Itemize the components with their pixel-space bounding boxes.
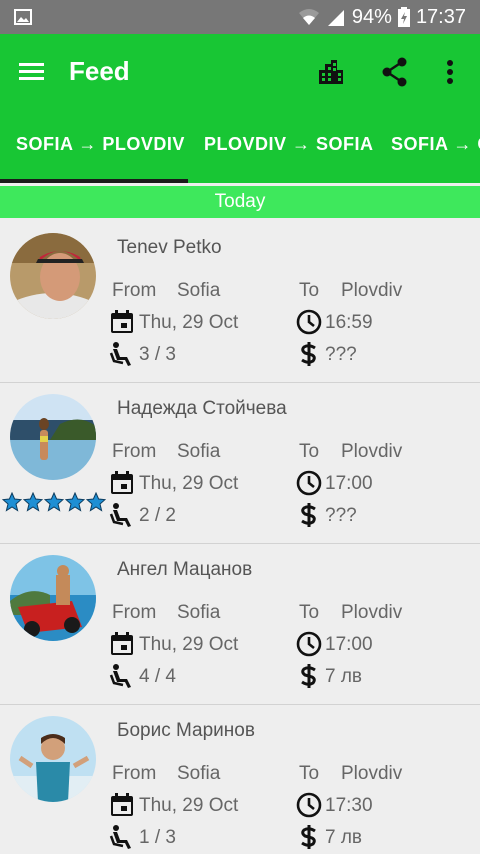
calendar-icon [111, 793, 133, 816]
city-icon[interactable] [315, 56, 347, 88]
section-header: Today [0, 186, 480, 218]
to-label: To [299, 441, 320, 462]
page-title: Feed [69, 56, 130, 86]
ride-date: Thu, 29 Oct [139, 634, 239, 655]
star-icon [86, 492, 106, 512]
seats-available: 1 / 3 [139, 827, 176, 848]
battery-percent: 94% [351, 5, 392, 28]
rating-stars [2, 492, 106, 512]
ride-date: Thu, 29 Oct [139, 312, 239, 333]
tab-sofia-other[interactable]: SOFIA → O [391, 110, 480, 183]
clock-icon [296, 470, 322, 496]
to-label: To [299, 763, 320, 784]
from-city: Sofia [177, 441, 221, 462]
from-label: From [112, 441, 157, 462]
ride-price: ??? [325, 344, 357, 365]
ride-card[interactable]: Борис Маринов From Sofia To Plovdiv Thu, 29 O… [0, 706, 480, 854]
clock: 17:37 [415, 5, 466, 28]
more-options-icon[interactable] [434, 56, 466, 88]
driver-name: Tenev Petko [117, 237, 222, 258]
to-city: Plovdiv [341, 441, 403, 462]
ride-date: Thu, 29 Oct [139, 473, 239, 494]
ride-date: Thu, 29 Oct [139, 795, 239, 816]
hamburger-menu-icon[interactable] [18, 58, 46, 86]
dollar-icon [301, 664, 316, 688]
dollar-icon [301, 503, 316, 527]
ride-price: ??? [325, 505, 357, 526]
dollar-icon [301, 342, 316, 366]
ride-price: 7 лв [325, 666, 363, 687]
driver-avatar[interactable] [10, 555, 96, 641]
seat-icon [109, 503, 131, 527]
calendar-icon [111, 471, 133, 494]
ride-card[interactable]: Надежда Стойчева From Sofia To Plovdiv Thu, 2… [0, 384, 480, 544]
seat-icon [109, 825, 131, 849]
calendar-icon [111, 632, 133, 655]
clock-icon [296, 792, 322, 818]
to-city: Plovdiv [341, 602, 403, 623]
tab-indicator [0, 179, 188, 183]
calendar-icon [111, 310, 133, 333]
ride-time: 17:00 [325, 473, 373, 494]
to-city: Plovdiv [341, 763, 403, 784]
ride-time: 17:30 [325, 795, 373, 816]
from-label: From [112, 602, 157, 623]
ride-time: 16:59 [325, 312, 373, 333]
driver-name: Борис Маринов [117, 720, 255, 741]
clock-icon [296, 309, 322, 335]
from-label: From [112, 763, 157, 784]
gallery-notification-icon [14, 9, 32, 25]
seats-available: 4 / 4 [139, 666, 176, 687]
tab-sofia-plovdiv[interactable]: SOFIA → PLOVDIV [16, 110, 185, 183]
share-icon[interactable] [379, 56, 411, 88]
star-icon [23, 492, 43, 512]
seats-available: 2 / 2 [139, 505, 176, 526]
star-icon [2, 492, 22, 512]
route-tabs: SOFIA → PLOVDIV PLOVDIV → SOFIA SOFIA → … [0, 110, 480, 183]
from-city: Sofia [177, 602, 221, 623]
from-city: Sofia [177, 280, 221, 301]
ride-price: 7 лв [325, 827, 363, 848]
to-label: To [299, 602, 320, 623]
ride-time: 17:00 [325, 634, 373, 655]
driver-name: Надежда Стойчева [117, 398, 287, 419]
status-bar: 94% 17:37 [0, 0, 480, 34]
seats-available: 3 / 3 [139, 344, 176, 365]
from-city: Sofia [177, 763, 221, 784]
seat-icon [109, 664, 131, 688]
wifi-icon [298, 9, 319, 25]
battery-charging-icon [397, 7, 410, 27]
clock-icon [296, 631, 322, 657]
signal-icon [327, 10, 344, 26]
seat-icon [109, 342, 131, 366]
ride-card[interactable]: Ангел Мацанов From Sofia To Plovdiv Thu, 29 O… [0, 545, 480, 705]
star-icon [44, 492, 64, 512]
to-city: Plovdiv [341, 280, 403, 301]
dollar-icon [301, 825, 316, 849]
driver-name: Ангел Мацанов [117, 559, 253, 580]
driver-avatar[interactable] [10, 394, 96, 480]
driver-avatar[interactable] [10, 716, 96, 802]
app-bar: Feed [0, 34, 480, 110]
from-label: From [112, 280, 157, 301]
driver-avatar[interactable] [10, 233, 96, 319]
star-icon [65, 492, 85, 512]
tab-plovdiv-sofia[interactable]: PLOVDIV → SOFIA [204, 110, 374, 183]
to-label: To [299, 280, 320, 301]
ride-card[interactable]: Tenev Petko From Sofia To Plovdiv Thu, 29 Oct… [0, 223, 480, 383]
